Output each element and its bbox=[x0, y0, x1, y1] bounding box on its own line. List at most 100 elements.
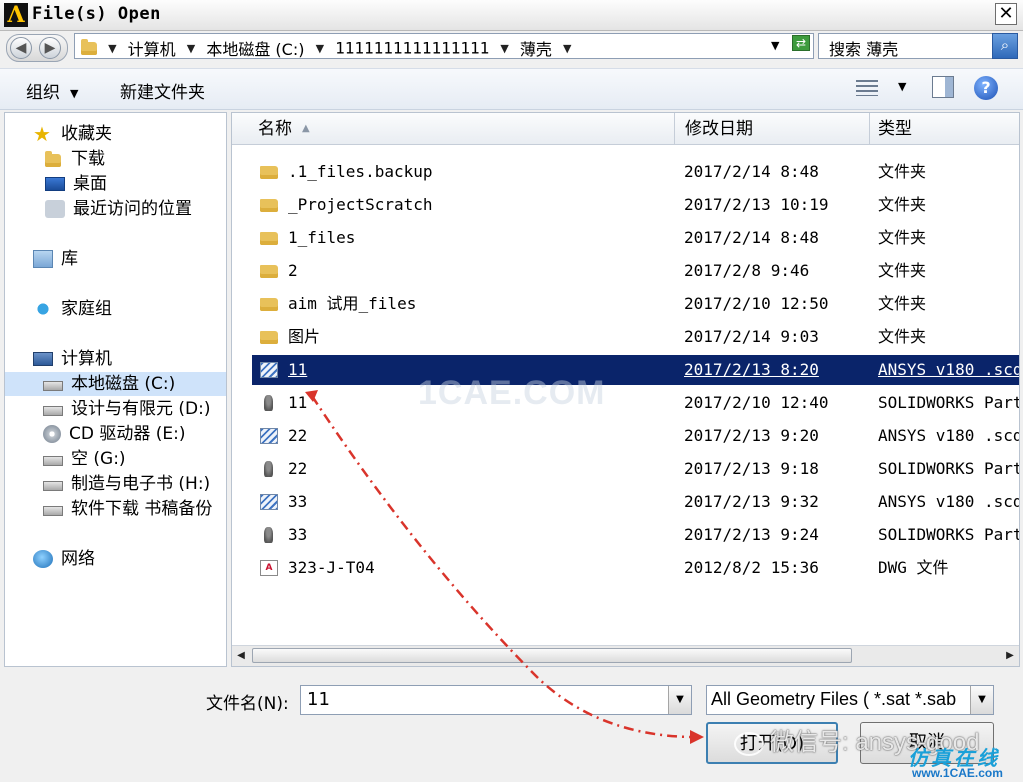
nav-item-homegroup[interactable]: 家庭组 bbox=[33, 297, 112, 321]
breadcrumb: ▼ 计算机 ▼ 本地磁盘 (C:) ▼ 1111111111111111 ▼ 薄… bbox=[81, 36, 577, 60]
view-details-icon[interactable] bbox=[856, 80, 878, 96]
file-type: SOLIDWORKS Part bbox=[878, 393, 1020, 412]
search-placeholder: 搜索 薄壳 bbox=[829, 40, 899, 59]
chevron-down-icon[interactable]: ▼ bbox=[187, 42, 195, 55]
file-type-filter[interactable]: All Geometry Files ( *.sat *.sab ▼ bbox=[706, 685, 994, 715]
desktop-icon bbox=[45, 177, 65, 191]
file-date: 2012/8/2 15:36 bbox=[684, 558, 819, 577]
nav-label: CD 驱动器 (E:) bbox=[69, 424, 186, 444]
chevron-down-icon[interactable]: ▼ bbox=[316, 42, 324, 55]
file-date: 2017/2/14 9:03 bbox=[684, 327, 819, 346]
file-date: 2017/2/13 8:20 bbox=[684, 360, 819, 379]
address-bar[interactable]: ▼ 计算机 ▼ 本地磁盘 (C:) ▼ 1111111111111111 ▼ 薄… bbox=[74, 33, 814, 59]
preview-pane-icon[interactable] bbox=[932, 76, 954, 98]
search-input[interactable]: 搜索 薄壳 ⌕ bbox=[818, 33, 1018, 59]
table-row[interactable]: 图片 2017/2/14 9:03 文件夹 bbox=[252, 322, 1019, 352]
chevron-down-icon[interactable]: ▼ bbox=[500, 42, 508, 55]
navigation-pane[interactable]: ★ 收藏夹 下载 桌面 最近访问的位置 库 家庭组 计算机 本地磁盘 (C:) 设… bbox=[4, 112, 227, 667]
chevron-down-icon[interactable]: ▼ bbox=[563, 42, 571, 55]
file-type: DWG 文件 bbox=[878, 558, 949, 577]
horizontal-scrollbar[interactable]: ◀ ▶ bbox=[232, 645, 1019, 666]
back-arrow-icon[interactable]: ◀ bbox=[10, 37, 32, 59]
refresh-icon[interactable]: ⇄ bbox=[792, 35, 810, 51]
table-row[interactable]: 11 2017/2/13 8:20 ANSYS v180 .scdo bbox=[252, 355, 1020, 385]
nav-item-libraries[interactable]: 库 bbox=[33, 247, 78, 271]
file-list[interactable]: 名称 ▲ 修改日期 类型 .1_files.backup 2017/2/14 8:4… bbox=[231, 112, 1020, 667]
nav-item-favorites[interactable]: ★ 收藏夹 bbox=[33, 122, 112, 146]
cd-drive-icon bbox=[43, 425, 61, 443]
column-header-name[interactable]: 名称 ▲ bbox=[232, 113, 675, 145]
nav-item-computer[interactable]: 计算机 bbox=[33, 347, 112, 371]
help-icon[interactable]: ? bbox=[974, 76, 998, 100]
close-button[interactable]: ✕ bbox=[995, 3, 1017, 25]
nav-item-downloads[interactable]: 下载 bbox=[45, 147, 105, 171]
chevron-down-icon[interactable]: ▼ bbox=[668, 686, 691, 714]
breadcrumb-item[interactable]: 计算机 bbox=[128, 40, 176, 59]
folder-icon bbox=[260, 232, 278, 245]
file-name: 33 bbox=[288, 525, 308, 544]
table-row[interactable]: 2 2017/2/8 9:46 文件夹 bbox=[252, 256, 1019, 286]
table-row[interactable]: 33 2017/2/13 9:32 ANSYS v180 .scdo bbox=[252, 487, 1019, 517]
file-date: 2017/2/14 8:48 bbox=[684, 162, 819, 181]
hard-drive-icon bbox=[43, 381, 63, 391]
file-name: 2 bbox=[288, 261, 298, 280]
forward-arrow-icon[interactable]: ▶ bbox=[39, 37, 61, 59]
ansys-file-icon bbox=[260, 428, 278, 444]
file-name: 22 bbox=[288, 459, 308, 478]
nav-item-drive-backup[interactable]: 软件下载 书稿备份 bbox=[43, 497, 212, 521]
filename-label: 文件名(N): bbox=[206, 694, 289, 714]
nav-item-drive-g[interactable]: 空 (G:) bbox=[43, 447, 126, 471]
table-row[interactable]: A 323-J-T04 2012/8/2 15:36 DWG 文件 bbox=[252, 553, 1019, 583]
column-header-date[interactable]: 修改日期 bbox=[675, 113, 870, 145]
sort-ascending-icon: ▲ bbox=[302, 123, 310, 134]
file-name: 33 bbox=[288, 492, 308, 511]
table-row[interactable]: 22 2017/2/13 9:18 SOLIDWORKS Part bbox=[252, 454, 1019, 484]
table-row[interactable]: 1_files 2017/2/14 8:48 文件夹 bbox=[252, 223, 1019, 253]
file-name: 1_files bbox=[288, 228, 356, 247]
address-history-dropdown-icon[interactable]: ▼ bbox=[771, 39, 779, 52]
scroll-left-icon[interactable]: ◀ bbox=[232, 646, 250, 665]
folder-icon bbox=[260, 199, 278, 212]
chevron-down-icon[interactable]: ▼ bbox=[898, 80, 906, 93]
nav-label: 本地磁盘 (C:) bbox=[71, 374, 176, 394]
table-row[interactable]: .1_files.backup 2017/2/14 8:48 文件夹 bbox=[252, 157, 1019, 187]
table-row[interactable]: 22 2017/2/13 9:20 ANSYS v180 .scdo bbox=[252, 421, 1019, 451]
filename-input[interactable]: 11 ▼ bbox=[300, 685, 692, 715]
organize-menu[interactable]: 组织 ▼ bbox=[26, 78, 78, 103]
nav-label: 设计与有限元 (D:) bbox=[71, 399, 211, 419]
nav-item-desktop[interactable]: 桌面 bbox=[45, 172, 107, 196]
nav-item-drive-e[interactable]: CD 驱动器 (E:) bbox=[43, 422, 186, 446]
table-row[interactable]: _ProjectScratch 2017/2/13 10:19 文件夹 bbox=[252, 190, 1019, 220]
nav-label: 制造与电子书 (H:) bbox=[71, 474, 211, 494]
file-type: 文件夹 bbox=[878, 294, 927, 313]
folder-icon bbox=[260, 331, 278, 344]
nav-label: 最近访问的位置 bbox=[73, 199, 192, 219]
breadcrumb-item[interactable]: 本地磁盘 (C:) bbox=[206, 40, 304, 59]
file-date: 2017/2/10 12:40 bbox=[684, 393, 829, 412]
nav-item-network[interactable]: 网络 bbox=[33, 547, 95, 571]
column-header-type[interactable]: 类型 bbox=[870, 113, 1019, 145]
file-name: 22 bbox=[288, 426, 308, 445]
scrollbar-thumb[interactable] bbox=[252, 648, 852, 663]
chevron-down-icon[interactable]: ▼ bbox=[108, 42, 116, 55]
nav-item-drive-d[interactable]: 设计与有限元 (D:) bbox=[43, 397, 211, 421]
table-row[interactable]: 33 2017/2/13 9:24 SOLIDWORKS Part bbox=[252, 520, 1020, 550]
scroll-right-icon[interactable]: ▶ bbox=[1001, 646, 1019, 665]
nav-item-drive-c[interactable]: 本地磁盘 (C:) bbox=[5, 372, 226, 396]
table-row[interactable]: aim 试用_files 2017/2/10 12:50 文件夹 bbox=[252, 289, 1019, 319]
nav-item-drive-h[interactable]: 制造与电子书 (H:) bbox=[43, 472, 210, 496]
file-name: 323-J-T04 bbox=[288, 558, 375, 577]
chevron-down-icon: ▼ bbox=[70, 86, 79, 100]
nav-item-recent[interactable]: 最近访问的位置 bbox=[45, 197, 192, 221]
search-icon[interactable]: ⌕ bbox=[992, 33, 1018, 59]
breadcrumb-item[interactable]: 薄壳 bbox=[520, 40, 552, 59]
column-header-label: 名称 bbox=[258, 119, 292, 139]
table-row[interactable]: 11 2017/2/10 12:40 SOLIDWORKS Part bbox=[252, 388, 1020, 418]
file-type: SOLIDWORKS Part bbox=[878, 525, 1020, 544]
title-bar[interactable]: Λ File(s) Open ✕ bbox=[0, 0, 1023, 31]
breadcrumb-item[interactable]: 1111111111111111 bbox=[335, 39, 489, 58]
file-type: ANSYS v180 .scdo bbox=[878, 360, 1020, 379]
chevron-down-icon[interactable]: ▼ bbox=[970, 686, 993, 714]
new-folder-button[interactable]: 新建文件夹 bbox=[120, 78, 205, 103]
file-type: 文件夹 bbox=[878, 261, 927, 280]
